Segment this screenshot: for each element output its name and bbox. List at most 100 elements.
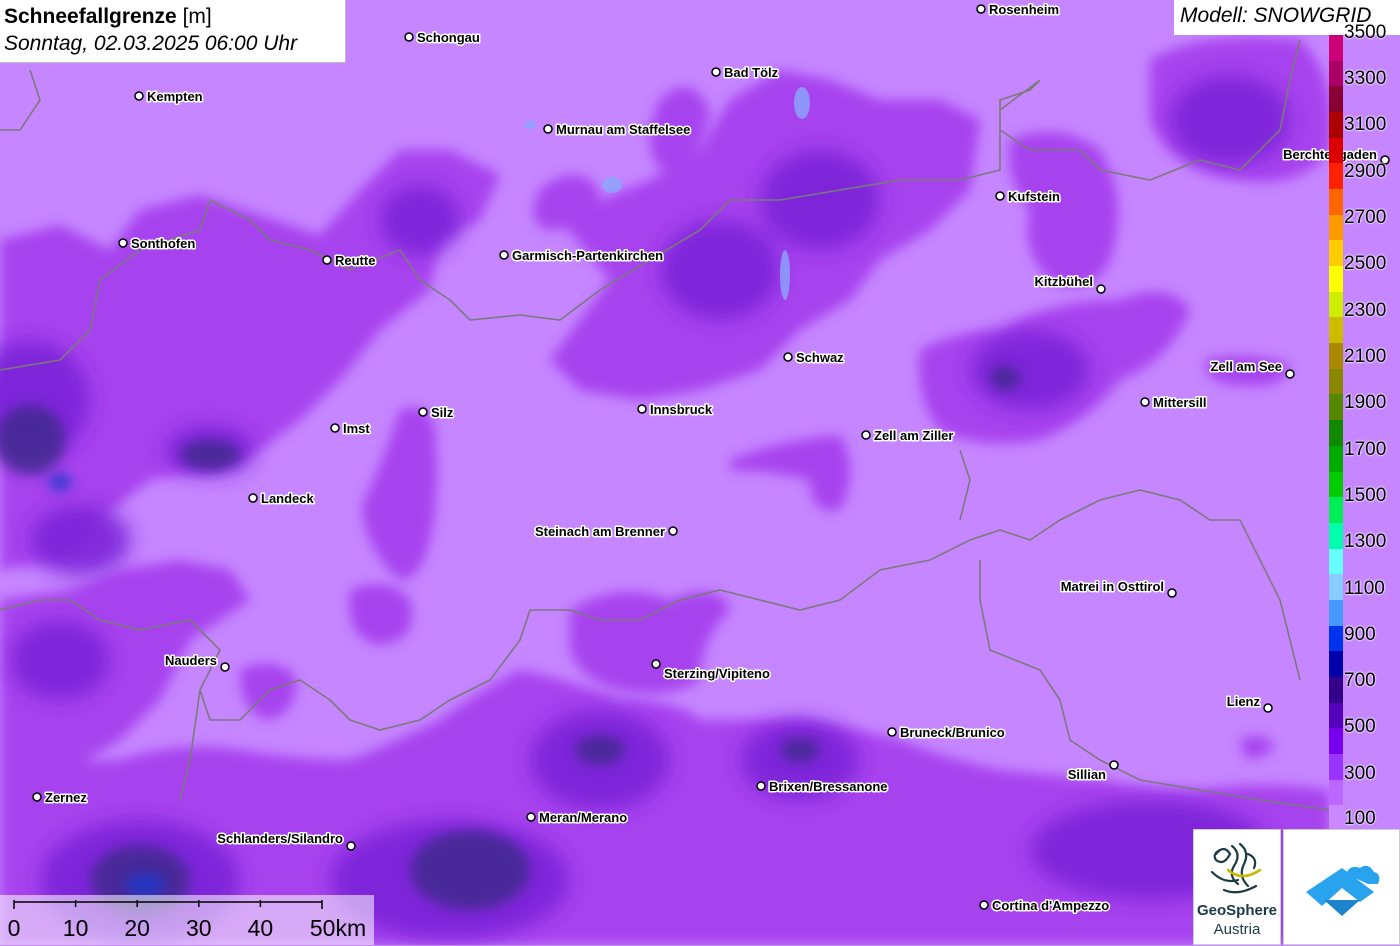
- scale-label: 40: [247, 915, 274, 941]
- legend-swatch: [1329, 497, 1343, 524]
- city-label: Kufstein: [1008, 189, 1060, 204]
- city-dot-icon: [1285, 369, 1295, 379]
- title-variable: Schneefallgrenze [m]: [4, 3, 341, 30]
- legend-swatch: [1329, 343, 1343, 370]
- city-dot-icon: [346, 841, 356, 851]
- legend-label: 700: [1344, 670, 1376, 691]
- city-dot-icon: [499, 250, 509, 260]
- city-marker[interactable]: Rosenheim: [976, 1, 1061, 19]
- city-dot-icon: [134, 91, 144, 101]
- legend-swatch: [1329, 86, 1343, 113]
- city-label: Innsbruck: [650, 402, 713, 417]
- legend-label: 2900: [1344, 161, 1387, 182]
- city-label: Nauders: [165, 653, 217, 668]
- legend-swatch: [1329, 805, 1343, 832]
- legend-swatch: [1329, 240, 1343, 267]
- legend-swatch: [1329, 394, 1343, 421]
- city-marker[interactable]: Murnau am Staffelsee: [543, 121, 692, 139]
- city-dot-icon: [404, 32, 414, 42]
- city-label: Schwaz: [796, 350, 844, 365]
- geosphere-logo[interactable]: GeoSphere Austria: [1193, 829, 1281, 945]
- city-label: Sillian: [1068, 767, 1106, 782]
- legend-swatch: [1329, 35, 1343, 62]
- legend-swatch: [1329, 137, 1343, 164]
- legend-label: 1900: [1344, 392, 1387, 413]
- legend-label: 100: [1344, 808, 1376, 829]
- legend-label: 3500: [1344, 22, 1387, 43]
- legend-label: 900: [1344, 624, 1376, 645]
- city-label: Bad Tölz: [724, 65, 779, 80]
- legend-label: 2700: [1344, 207, 1387, 228]
- city-dot-icon: [1096, 284, 1106, 294]
- city-dot-icon: [1140, 397, 1150, 407]
- city-label: Meran/Merano: [539, 810, 627, 825]
- city-dot-icon: [543, 124, 553, 134]
- legend-swatch: [1329, 574, 1343, 601]
- city-dot-icon: [1167, 588, 1177, 598]
- scale-label: 20: [124, 915, 150, 941]
- legend-label: 300: [1344, 763, 1376, 784]
- city-marker[interactable]: Meran/Merano: [526, 809, 629, 827]
- city-marker[interactable]: Innsbruck: [637, 401, 714, 419]
- city-label: Schongau: [417, 30, 480, 45]
- geosphere-logo-icon: [1210, 842, 1262, 894]
- city-dot-icon: [979, 900, 989, 910]
- city-label: Schlanders/Silandro: [217, 831, 343, 846]
- legend-label: 1100: [1344, 578, 1385, 599]
- city-dot-icon: [711, 67, 721, 77]
- city-label: Rosenheim: [989, 2, 1059, 17]
- legend-swatch: [1329, 651, 1343, 678]
- legend-swatch: [1329, 445, 1343, 472]
- city-dot-icon: [668, 526, 678, 536]
- city-marker[interactable]: Sonthofen: [118, 235, 197, 253]
- city-dot-icon: [248, 493, 258, 503]
- city-dot-icon: [976, 4, 986, 14]
- city-label: Brixen/Bressanone: [769, 779, 888, 794]
- legend-label: 2300: [1344, 300, 1387, 321]
- legend-label: 3300: [1344, 68, 1387, 89]
- city-label: Garmisch-Partenkirchen: [512, 248, 663, 263]
- legend-label: 1700: [1344, 439, 1387, 460]
- title-panel: Schneefallgrenze [m] Sonntag, 02.03.2025…: [0, 0, 346, 63]
- city-marker[interactable]: Cortina d'Ampezzo: [979, 897, 1111, 915]
- city-label: Zernez: [45, 790, 87, 805]
- map-canvas[interactable]: Rosenheim Schongau Bad Tölz Kempten Murnau a…: [0, 0, 1400, 945]
- city-label: Zell am Ziller: [874, 428, 953, 443]
- city-marker[interactable]: Garmisch-Partenkirchen: [499, 247, 665, 265]
- city-marker[interactable]: Schongau: [404, 29, 481, 47]
- city-dot-icon: [118, 238, 128, 248]
- city-dot-icon: [783, 352, 793, 362]
- city-label: Bruneck/Brunico: [900, 725, 1005, 740]
- city-label: Zell am See: [1210, 359, 1282, 374]
- color-legend: 3500 3300 3100 2900 2700 2500 2300 2100 1900 1700…: [1327, 22, 1400, 832]
- title-datetime: Sonntag, 02.03.2025 06:00 Uhr: [4, 32, 298, 55]
- legend-swatch: [1329, 291, 1343, 318]
- legend-swatch: [1329, 60, 1343, 87]
- legend-swatch: [1329, 189, 1343, 216]
- city-label: Sonthofen: [131, 236, 195, 251]
- city-label: Reutte: [335, 253, 375, 268]
- city-dot-icon: [861, 430, 871, 440]
- legend-label: 2100: [1344, 346, 1387, 367]
- legend-swatch: [1329, 214, 1343, 241]
- legend-color-bar: [1329, 35, 1343, 832]
- city-label: Lienz: [1227, 694, 1261, 709]
- city-marker[interactable]: Zell am Ziller: [861, 427, 955, 445]
- scale-label: 10: [62, 915, 89, 941]
- city-dot-icon: [1263, 703, 1273, 713]
- city-label: Murnau am Staffelsee: [556, 122, 690, 137]
- scale-label: 0: [7, 915, 21, 941]
- city-dot-icon: [651, 659, 661, 669]
- city-dot-icon: [637, 404, 647, 414]
- legend-swatch: [1329, 548, 1343, 575]
- city-marker[interactable]: Brixen/Bressanone: [756, 778, 889, 796]
- legend-swatch: [1329, 676, 1343, 704]
- cloud-logo[interactable]: [1283, 829, 1400, 945]
- legend-label: 1500: [1344, 485, 1387, 506]
- city-dot-icon: [756, 781, 766, 791]
- city-marker[interactable]: Steinach am Brenner: [533, 523, 678, 541]
- city-label: Matrei in Osttirol: [1061, 579, 1164, 594]
- city-dot-icon: [418, 407, 428, 417]
- city-label: Kitzbühel: [1035, 274, 1094, 289]
- city-marker[interactable]: Bruneck/Brunico: [887, 724, 1006, 742]
